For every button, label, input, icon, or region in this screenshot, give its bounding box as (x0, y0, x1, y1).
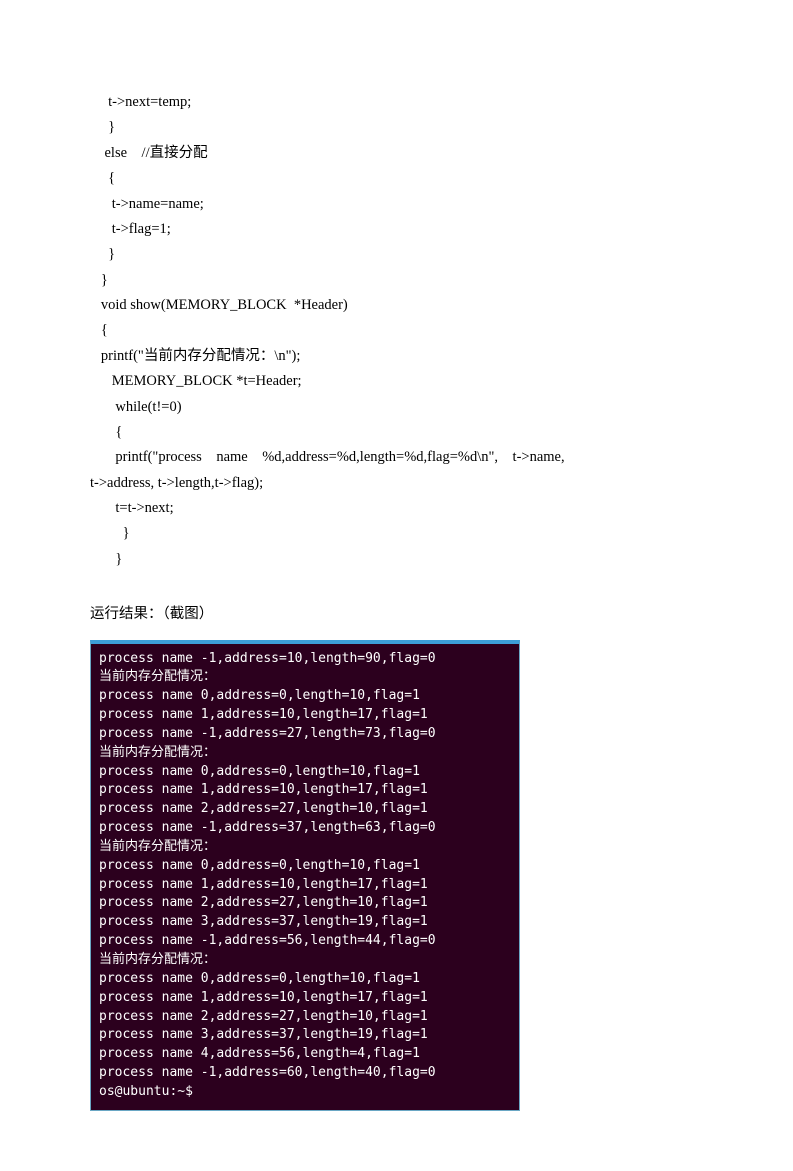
code-line: printf("当前内存分配情况：\n"); (90, 344, 703, 369)
source-code-block: t->next=temp; } else //直接分配 { t->name=na… (90, 90, 703, 572)
terminal-line: process name 0,address=0,length=10,flag=… (99, 970, 511, 989)
terminal-line: process name 3,address=37,length=19,flag… (99, 913, 511, 932)
code-line: t->next=temp; (90, 90, 703, 115)
terminal-line: process name 1,address=10,length=17,flag… (99, 706, 511, 725)
code-line: { (90, 166, 703, 191)
document-page: t->next=temp; } else //直接分配 { t->name=na… (0, 0, 793, 1171)
terminal-line: process name -1,address=37,length=63,fla… (99, 819, 511, 838)
code-line: t=t->next; (90, 496, 703, 521)
code-line: void show(MEMORY_BLOCK *Header) (90, 293, 703, 318)
terminal-line: 当前内存分配情况： (99, 951, 511, 970)
code-line: while(t!=0) (90, 395, 703, 420)
terminal-line: process name 1,address=10,length=17,flag… (99, 876, 511, 895)
code-line: } (90, 242, 703, 267)
terminal-line: 当前内存分配情况： (99, 838, 511, 857)
terminal-line: process name 2,address=27,length=10,flag… (99, 800, 511, 819)
terminal-line: process name 4,address=56,length=4,flag=… (99, 1045, 511, 1064)
terminal-line: process name 2,address=27,length=10,flag… (99, 1008, 511, 1027)
code-line: } (90, 521, 703, 546)
terminal-line: process name 0,address=0,length=10,flag=… (99, 763, 511, 782)
terminal-line: process name -1,address=60,length=40,fla… (99, 1064, 511, 1083)
terminal-line: process name 3,address=37,length=19,flag… (99, 1026, 511, 1045)
terminal-line: process name -1,address=56,length=44,fla… (99, 932, 511, 951)
terminal-screenshot: process name -1,address=10,length=90,fla… (90, 640, 520, 1111)
code-line: printf("process name %d,address=%d,lengt… (90, 445, 703, 470)
code-line: MEMORY_BLOCK *t=Header; (90, 369, 703, 394)
terminal-line: process name 1,address=10,length=17,flag… (99, 989, 511, 1008)
terminal-line: process name 2,address=27,length=10,flag… (99, 894, 511, 913)
terminal-line: process name 1,address=10,length=17,flag… (99, 781, 511, 800)
terminal-line: os@ubuntu:~$ (99, 1083, 511, 1102)
code-line: } (90, 115, 703, 140)
terminal-line: process name -1,address=10,length=90,fla… (99, 650, 511, 669)
code-line: { (90, 420, 703, 445)
terminal-line: process name -1,address=27,length=73,fla… (99, 725, 511, 744)
result-heading: 运行结果：（截图） (90, 602, 703, 627)
terminal-line: 当前内存分配情况： (99, 668, 511, 687)
code-line: t->name=name; (90, 192, 703, 217)
code-line: else //直接分配 (90, 141, 703, 166)
code-line: } (90, 547, 703, 572)
terminal-line: process name 0,address=0,length=10,flag=… (99, 687, 511, 706)
code-line: t->address, t->length,t->flag); (90, 471, 703, 496)
code-line: { (90, 318, 703, 343)
code-line: t->flag=1; (90, 217, 703, 242)
terminal-line: process name 0,address=0,length=10,flag=… (99, 857, 511, 876)
code-line: } (90, 268, 703, 293)
terminal-line: 当前内存分配情况： (99, 744, 511, 763)
